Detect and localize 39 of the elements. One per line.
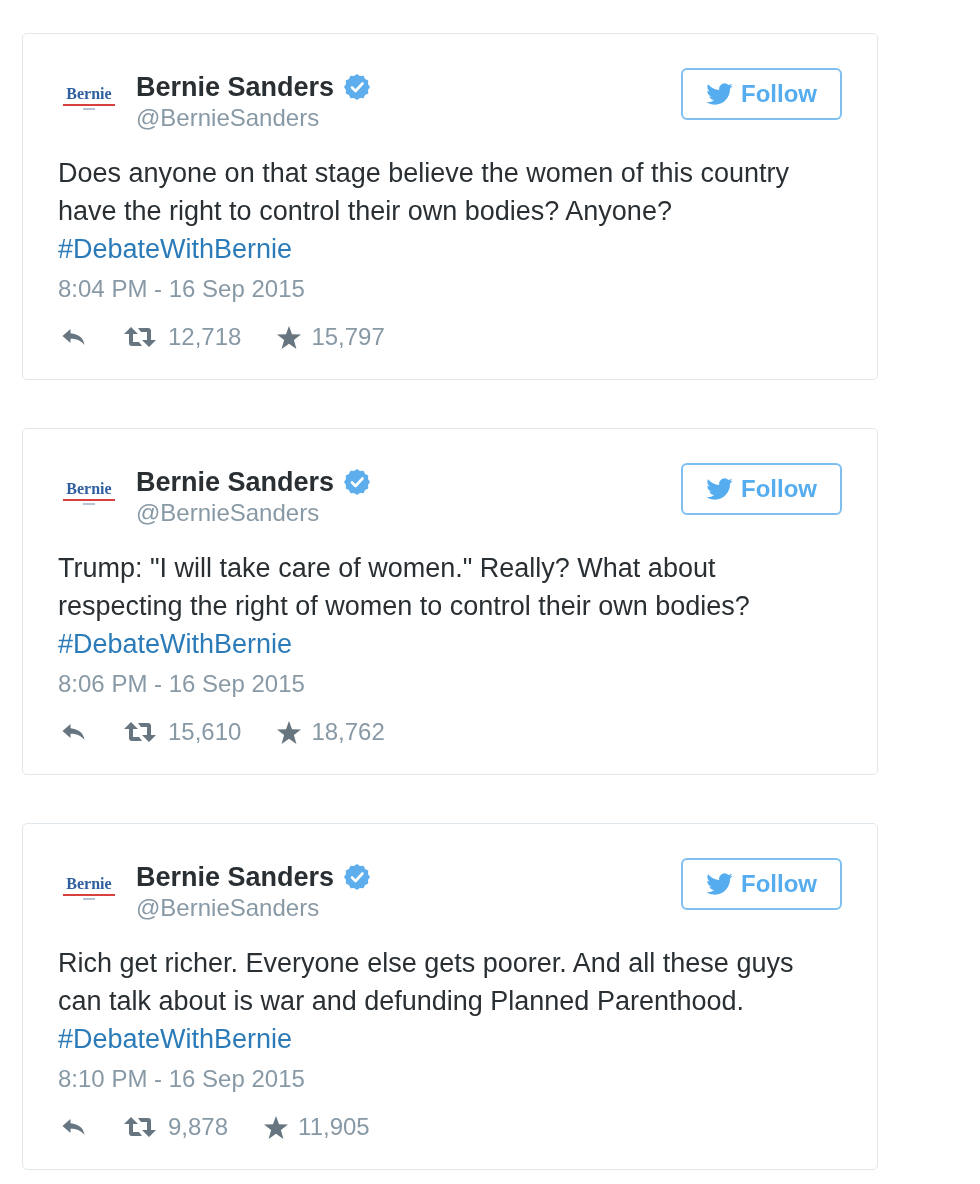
tweet-text: Trump: "I will take care of women." Really? What about respecting the right of women to control their own bodies? #DebateWithBernie [58, 552, 751, 661]
author-name[interactable]: Bernie Sanders [136, 71, 335, 103]
campaign-logo: Bernie [58, 474, 120, 510]
follow-button[interactable]: Follow [681, 858, 842, 910]
favorite-count: 15,797 [311, 322, 385, 352]
tweet-text: Does anyone on that stage believe the women of this country have the right to control their own bodies? Anyone? #DebateWithBernie [58, 157, 790, 266]
retweet-count: 9,878 [168, 1112, 229, 1142]
author-handle[interactable]: @BernieSanders [136, 893, 371, 922]
campaign-logo: Bernie [58, 79, 120, 115]
bird-icon [706, 83, 733, 105]
favorite-count: 11,905 [298, 1112, 370, 1142]
retweet-icon[interactable] [124, 327, 156, 347]
retweet-icon[interactable] [124, 722, 156, 742]
reply-icon[interactable] [61, 1118, 86, 1136]
star-icon[interactable] [277, 325, 302, 349]
favorite-count: 18,762 [311, 717, 385, 747]
bird-icon [706, 478, 733, 500]
campaign-logo: Bernie [58, 869, 120, 905]
author-name[interactable]: Bernie Sanders [136, 861, 335, 893]
author-name[interactable]: Bernie Sanders [136, 466, 335, 498]
follow-button[interactable]: Follow [681, 68, 842, 120]
star-icon[interactable] [264, 1115, 289, 1139]
tweet-timestamp[interactable]: 8:04 PM - 16 Sep 2015 [58, 274, 305, 304]
reply-icon[interactable] [61, 723, 86, 741]
tweet-text: Rich get richer. Everyone else gets poorer. And all these guys can talk about is war and defunding Planned Parenthood. #DebateWithBernie [58, 947, 795, 1056]
retweet-icon[interactable] [124, 1117, 156, 1137]
star-icon[interactable] [277, 720, 302, 744]
reply-icon[interactable] [61, 328, 86, 346]
tweet-timestamp[interactable]: 8:06 PM - 16 Sep 2015 [58, 669, 305, 699]
hashtag-link[interactable]: #DebateWithBernie [58, 234, 293, 264]
retweet-count: 15,610 [168, 717, 242, 747]
bird-icon [706, 873, 733, 895]
follow-button[interactable]: Follow [681, 463, 842, 515]
author-handle[interactable]: @BernieSanders [136, 498, 371, 527]
retweet-count: 12,718 [168, 322, 242, 352]
hashtag-link[interactable]: #DebateWithBernie [58, 1024, 293, 1054]
author-handle[interactable]: @BernieSanders [136, 103, 371, 132]
hashtag-link[interactable]: #DebateWithBernie [58, 629, 293, 659]
tweet-timestamp[interactable]: 8:10 PM - 16 Sep 2015 [58, 1064, 305, 1094]
